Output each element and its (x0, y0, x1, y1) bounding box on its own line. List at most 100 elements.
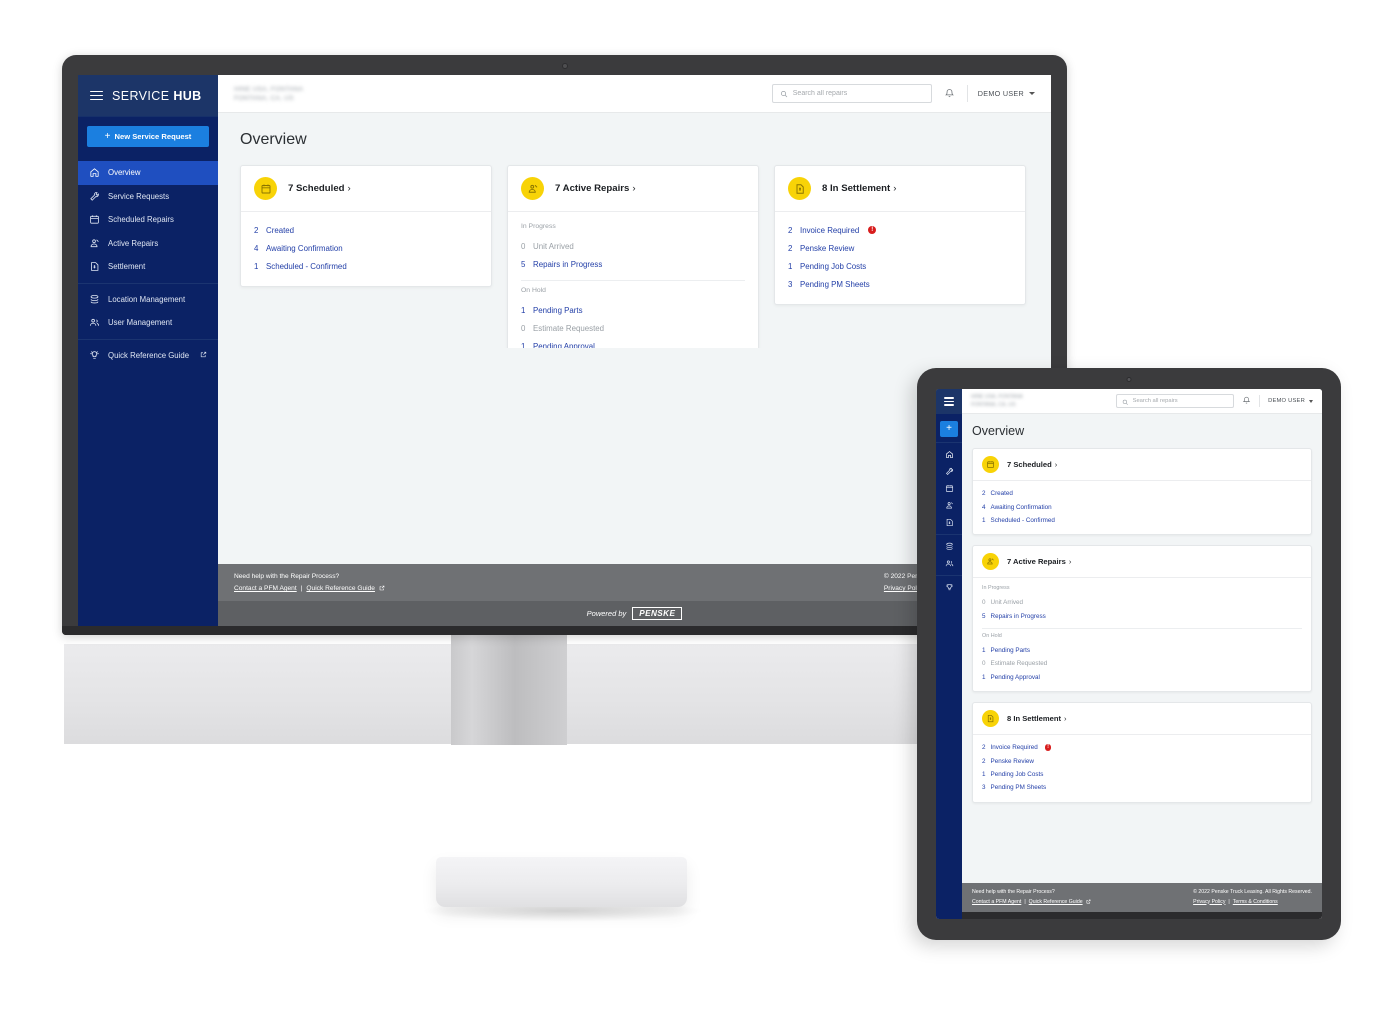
status-row[interactable]: 2 Created (982, 487, 1302, 500)
status-row[interactable]: 1 Pending Parts (521, 301, 745, 319)
invoice-icon (788, 177, 811, 200)
tablet-screen: + HINE USA, FONTANA FONTANA, CA, US Sear… (936, 389, 1322, 919)
status-row[interactable]: 1 Scheduled - Confirmed (254, 257, 478, 275)
status-row[interactable]: 1 Pending Approval (521, 337, 745, 348)
sidebar-item-user-management[interactable]: User Management (78, 311, 218, 335)
status-row[interactable]: 2 Penske Review (788, 239, 1012, 257)
status-row[interactable]: 3 Pending PM Sheets (982, 781, 1302, 794)
card-header[interactable]: 7 Active Repairs › (508, 166, 758, 212)
card-body: 2 Invoice Required! 2 Penske Review 1 Pendi… (973, 735, 1311, 802)
status-row[interactable]: 2 Invoice Required! (982, 741, 1302, 754)
search-input[interactable] (1132, 398, 1229, 404)
status-row[interactable]: 1 Pending Parts (982, 644, 1302, 657)
sidebar-group-help: Quick Reference Guide (78, 338, 218, 372)
status-row[interactable]: 1 Pending Job Costs (982, 768, 1302, 781)
tablet-app-brand (936, 389, 962, 414)
section-label-in-progress: In Progress (982, 585, 1010, 592)
row-label: Created (990, 490, 1013, 498)
sidebar-nav: Overview Service Requests Scheduled Repa… (78, 157, 218, 371)
status-row[interactable]: 1 Pending Approval (982, 671, 1302, 684)
status-row[interactable]: 2 Invoice Required! (788, 221, 1012, 239)
sidebar-label: Service Requests (108, 191, 170, 201)
card-header[interactable]: 8 In Settlement › (973, 703, 1311, 735)
privacy-policy-link[interactable]: Privacy Policy (1193, 899, 1225, 905)
status-row[interactable]: 4 Awaiting Confirmation (254, 239, 478, 257)
status-row[interactable]: 2 Penske Review (982, 754, 1302, 767)
status-row[interactable]: 3 Pending PM Sheets (788, 275, 1012, 293)
status-row[interactable]: 2 Created (254, 221, 478, 239)
terms-conditions-link[interactable]: Terms & Conditions (1233, 899, 1278, 905)
card-header[interactable]: 7 Scheduled › (241, 166, 491, 212)
user-menu[interactable]: DEMO USER (1268, 398, 1313, 404)
card-header[interactable]: 7 Scheduled › (973, 449, 1311, 481)
sidebar-item-active-repairs[interactable]: Active Repairs (78, 232, 218, 256)
sidebar-item-service-requests[interactable] (936, 463, 962, 480)
sidebar-item-location-management[interactable]: Location Management (78, 288, 218, 312)
card-in-settlement: 8 In Settlement › 2 Invoice Required! 2 Pen… (774, 165, 1026, 305)
hamburger-menu-icon[interactable] (90, 90, 103, 101)
sidebar-item-quick-reference-guide[interactable] (936, 579, 962, 596)
sidebar-item-scheduled-repairs[interactable] (936, 480, 962, 497)
sidebar-item-active-repairs[interactable] (936, 497, 962, 514)
chevron-right-icon: › (347, 183, 351, 194)
new-service-request-button[interactable]: + (940, 421, 958, 437)
quick-reference-guide-link[interactable]: Quick Reference Guide (306, 585, 375, 592)
search-icon (1122, 392, 1129, 410)
card-header[interactable]: 8 In Settlement › (775, 166, 1025, 212)
row-label: Pending PM Sheets (990, 784, 1047, 792)
footer-help-text: Need help with the Repair Process? (234, 573, 340, 580)
row-label: Pending Job Costs (990, 770, 1044, 778)
status-row[interactable]: 5 Repairs in Progress (982, 610, 1302, 623)
location-selector[interactable]: HINE USA, FONTANA FONTANA, CA, US (234, 86, 303, 102)
bell-icon[interactable] (942, 88, 957, 99)
sidebar-item-overview[interactable] (936, 446, 962, 463)
user-menu[interactable]: DEMO USER (978, 89, 1035, 98)
row-count: 2 (982, 490, 986, 498)
card-title-text: 8 In Settlement (1007, 714, 1062, 723)
row-count: 1 (982, 516, 986, 524)
card-title: 7 Active Repairs › (1007, 557, 1071, 566)
tablet-top-bar: HINE USA, FONTANA FONTANA, CA, US Search… (962, 389, 1322, 414)
tablet-bezel: + HINE USA, FONTANA FONTANA, CA, US Sear… (917, 368, 1341, 940)
contact-pfm-agent-link[interactable]: Contact a PFM Agent (234, 585, 297, 592)
location-selector[interactable]: HINE USA, FONTANA FONTANA, CA, US (971, 394, 1023, 408)
new-service-request-button[interactable]: + New Service Request (87, 126, 209, 147)
footer-left: Need help with the Repair Process? Conta… (234, 573, 385, 592)
contact-pfm-agent-link[interactable]: Contact a PFM Agent (972, 899, 1021, 905)
row-label: Awaiting Confirmation (266, 243, 343, 253)
bell-icon[interactable] (1242, 392, 1251, 410)
sidebar-item-overview[interactable]: Overview (78, 161, 218, 185)
section-label-in-progress: In Progress (521, 223, 556, 230)
row-count: 1 (982, 673, 986, 681)
sidebar-item-location-management[interactable] (936, 538, 962, 555)
card-header[interactable]: 7 Active Repairs › (973, 546, 1311, 579)
page-footer: Need help with the Repair Process? Conta… (962, 883, 1322, 912)
sidebar-item-settlement[interactable]: Settlement (78, 255, 218, 279)
footer-separator: | (1228, 898, 1230, 905)
sidebar-item-user-management[interactable] (936, 555, 962, 572)
status-row[interactable]: 1 Pending Job Costs (788, 257, 1012, 275)
row-label: Pending Job Costs (800, 261, 867, 271)
sidebar-item-service-requests[interactable]: Service Requests (78, 185, 218, 209)
location-line-1: HINE USA, FONTANA (234, 85, 304, 93)
status-row[interactable]: 5 Repairs in Progress (521, 255, 745, 273)
status-row[interactable]: 4 Awaiting Confirmation (982, 500, 1302, 513)
status-row[interactable]: 1 Scheduled - Confirmed (982, 514, 1302, 527)
sidebar-item-quick-reference-guide[interactable]: Quick Reference Guide (78, 344, 218, 368)
monitor-stand-neck (451, 635, 567, 745)
hamburger-menu-icon[interactable] (944, 397, 954, 406)
row-count: 4 (982, 503, 986, 511)
sidebar-item-scheduled-repairs[interactable]: Scheduled Repairs (78, 208, 218, 232)
search-box[interactable] (771, 84, 932, 103)
search-box[interactable] (1116, 392, 1235, 410)
search-input[interactable] (792, 90, 924, 97)
truck-repair-icon (982, 553, 999, 571)
external-link-icon (200, 351, 207, 360)
row-count: 4 (254, 243, 259, 253)
sidebar-item-settlement[interactable] (936, 514, 962, 531)
footer-links: Contact a PFM Agent | Quick Reference Gu… (972, 899, 1091, 906)
card-title-text: 7 Scheduled (288, 183, 345, 194)
quick-reference-guide-link[interactable]: Quick Reference Guide (1029, 899, 1083, 905)
row-count: 1 (521, 305, 526, 315)
card-title: 8 In Settlement › (822, 183, 896, 194)
